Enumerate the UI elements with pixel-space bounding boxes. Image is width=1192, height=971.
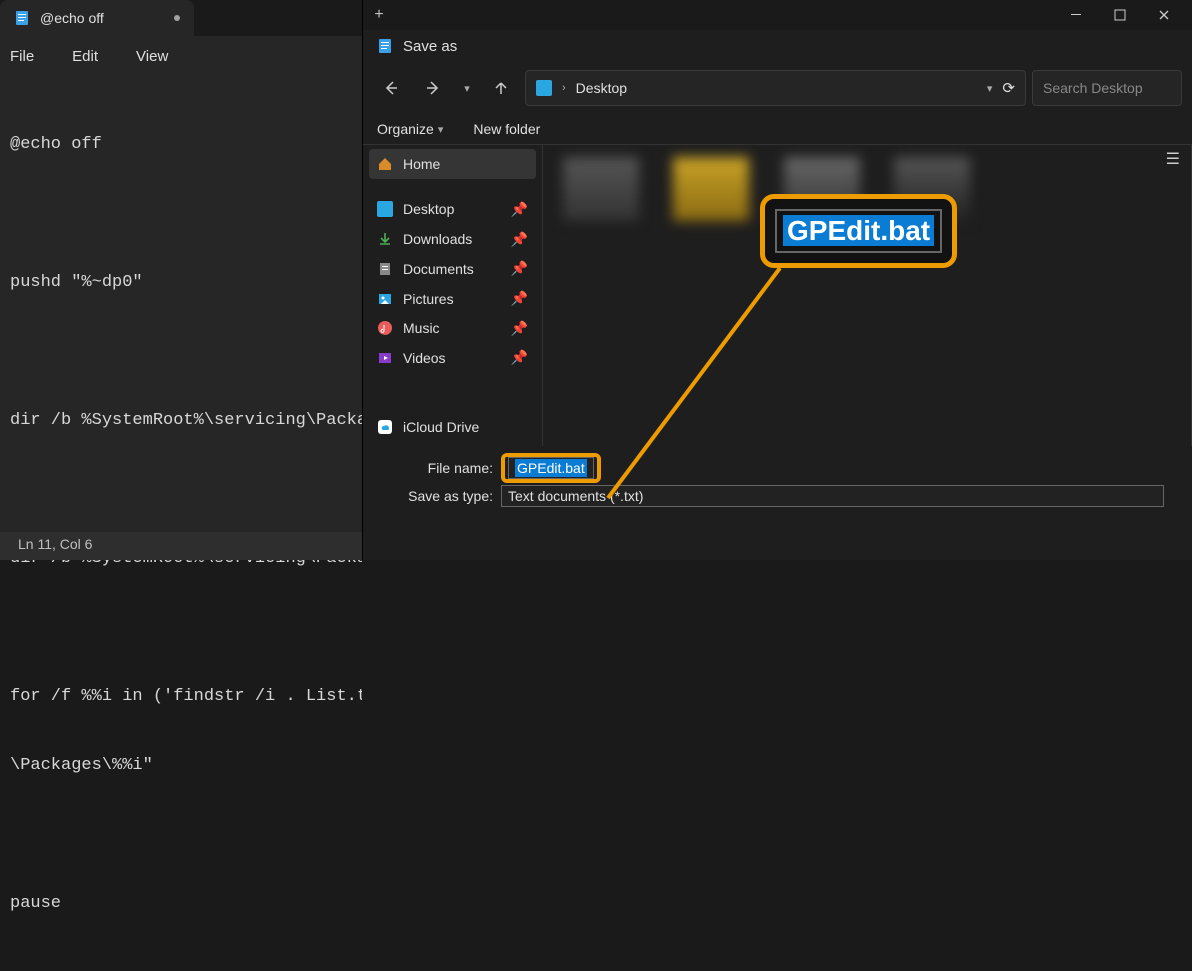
- cursor-position: Ln 11, Col 6: [18, 536, 92, 552]
- save-fields: File name: GPEdit.bat Save as type: Text…: [363, 446, 1192, 518]
- editor-line: @echo off: [10, 133, 352, 156]
- up-button[interactable]: [483, 70, 519, 106]
- dialog-body: Home Desktop 📌 Downloads 📌 Documents 📌 P…: [363, 144, 1192, 446]
- sidebar: Home Desktop 📌 Downloads 📌 Documents 📌 P…: [363, 145, 543, 446]
- forward-button[interactable]: [415, 70, 451, 106]
- organize-menu[interactable]: Organize▾: [377, 121, 443, 137]
- sidebar-item-icloud[interactable]: iCloud Drive: [369, 412, 536, 442]
- pin-icon: 📌: [511, 290, 528, 307]
- editor-line: dir /b %SystemRoot%\servicing\Packa: [10, 409, 352, 432]
- sidebar-item-desktop[interactable]: Desktop 📌: [369, 195, 536, 225]
- editor-line: [10, 202, 352, 225]
- notepad-window: @echo off File Edit View @echo off pushd…: [0, 0, 362, 560]
- editor-line: pushd "%~dp0": [10, 271, 352, 294]
- filename-label: File name:: [391, 460, 501, 476]
- address-bar[interactable]: › Desktop ▾ ⟳: [525, 70, 1026, 106]
- sidebar-item-pictures[interactable]: Pictures 📌: [369, 284, 536, 314]
- sidebar-item-home[interactable]: Home: [369, 149, 536, 179]
- pictures-icon: [377, 291, 393, 307]
- editor[interactable]: @echo off pushd "%~dp0" dir /b %SystemRo…: [0, 77, 362, 971]
- desktop-icon: [377, 201, 393, 217]
- new-tab-button[interactable]: +: [363, 0, 395, 30]
- notepad-icon: [377, 38, 393, 54]
- minimize-button[interactable]: [1054, 0, 1098, 30]
- file-view[interactable]: [543, 145, 1192, 446]
- menu-edit[interactable]: Edit: [72, 48, 98, 65]
- editor-line: [10, 823, 352, 846]
- filename-input[interactable]: GPEdit.bat: [508, 457, 594, 479]
- search-placeholder: Search Desktop: [1043, 80, 1143, 96]
- savetype-label: Save as type:: [391, 488, 501, 504]
- sidebar-item-downloads[interactable]: Downloads 📌: [369, 224, 536, 254]
- highlight-filename: GPEdit.bat: [501, 453, 601, 483]
- editor-line: [10, 616, 352, 639]
- editor-line: [10, 340, 352, 363]
- callout-filename-zoom: GPEdit.bat: [760, 194, 957, 268]
- toolbar: Organize▾ New folder: [363, 114, 1192, 144]
- filename-value: GPEdit.bat: [515, 459, 587, 477]
- pin-icon: 📌: [511, 320, 528, 337]
- file-thumbnail[interactable]: [563, 157, 639, 221]
- sidebar-item-documents[interactable]: Documents 📌: [369, 254, 536, 284]
- sidebar-item-music[interactable]: Music 📌: [369, 313, 536, 343]
- save-as-dialog: + Save as ▾ › Desktop ▾ ⟳ Search Desktop…: [362, 0, 1192, 560]
- refresh-button[interactable]: ⟳: [1002, 79, 1015, 97]
- sidebar-item-videos[interactable]: Videos 📌: [369, 343, 536, 373]
- close-button[interactable]: [1142, 0, 1186, 30]
- savetype-select[interactable]: Text documents (*.txt): [501, 485, 1164, 507]
- menu-view[interactable]: View: [136, 48, 168, 65]
- dialog-caption: Save as: [363, 30, 1192, 62]
- nav-row: ▾ › Desktop ▾ ⟳ Search Desktop: [363, 62, 1192, 114]
- pin-icon: 📌: [511, 201, 528, 218]
- desktop-icon: [536, 80, 552, 96]
- chevron-right-icon: ›: [562, 82, 566, 94]
- unsaved-dot-icon: [174, 15, 180, 21]
- maximize-button[interactable]: [1098, 0, 1142, 30]
- menu-file[interactable]: File: [10, 48, 34, 65]
- download-icon: [377, 231, 393, 247]
- tab-title: @echo off: [40, 10, 104, 26]
- chevron-down-icon[interactable]: ▾: [987, 82, 993, 95]
- cloud-icon: [377, 419, 393, 435]
- home-icon: [377, 156, 393, 172]
- editor-line: for /f %%i in ('findstr /i . List.t: [10, 685, 352, 708]
- tab-strip: @echo off: [0, 0, 362, 36]
- callout-text: GPEdit.bat: [783, 215, 934, 246]
- pin-icon: 📌: [511, 231, 528, 248]
- tab-echo-off[interactable]: @echo off: [0, 0, 194, 36]
- music-icon: [377, 320, 393, 336]
- savetype-value: Text documents (*.txt): [508, 488, 643, 504]
- videos-icon: [377, 350, 393, 366]
- new-folder-button[interactable]: New folder: [473, 121, 540, 137]
- editor-line: [10, 478, 352, 501]
- notepad-icon: [14, 10, 30, 26]
- pin-icon: 📌: [511, 349, 528, 366]
- editor-line: pause: [10, 892, 352, 915]
- editor-line: \Packages\%%i": [10, 754, 352, 777]
- search-input[interactable]: Search Desktop: [1032, 70, 1182, 106]
- file-thumbnail[interactable]: [673, 157, 749, 221]
- menubar: File Edit View: [0, 36, 362, 77]
- document-icon: [377, 261, 393, 277]
- breadcrumb[interactable]: Desktop: [576, 80, 627, 96]
- dialog-title: Save as: [403, 38, 457, 55]
- back-button[interactable]: [373, 70, 409, 106]
- recent-dropdown[interactable]: ▾: [457, 70, 477, 106]
- pin-icon: 📌: [511, 260, 528, 277]
- status-bar: Ln 11, Col 6: [0, 532, 362, 560]
- titlebar: +: [363, 0, 1192, 30]
